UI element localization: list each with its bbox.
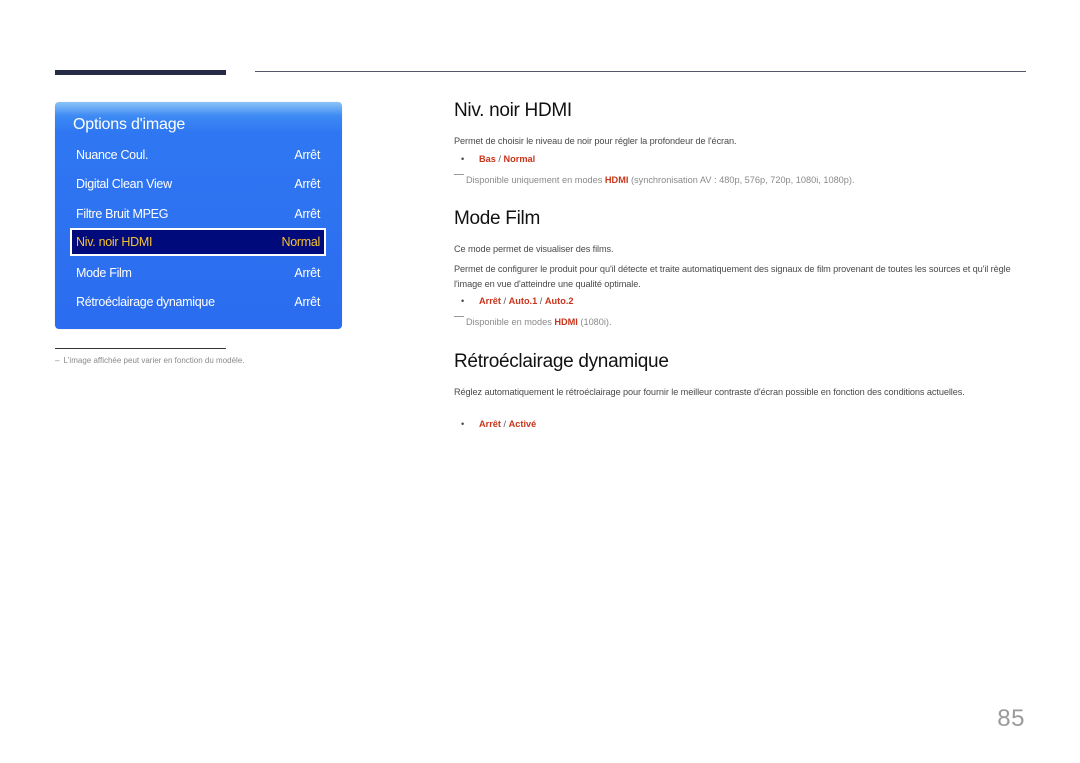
option-value: Arrêt [479, 419, 501, 429]
footnote-dash: – [55, 356, 60, 365]
section-description: Réglez automatiquement le rétroéclairage… [454, 387, 965, 397]
menu-item-filtre-bruit-mpeg[interactable]: Filtre Bruit MPEG Arrêt [71, 201, 325, 227]
note-text: Disponible uniquement en modes [466, 175, 605, 185]
option-separator: / [495, 154, 504, 164]
menu-item-digital-clean-view[interactable]: Digital Clean View Arrêt [71, 171, 325, 197]
option-separator: / [500, 296, 509, 306]
note-text: (1080i). [577, 317, 612, 327]
header-bar-accent [55, 70, 226, 75]
menu-item-nuance-coul[interactable]: Nuance Coul. Arrêt [71, 142, 325, 168]
menu-item-value: Arrêt [294, 177, 320, 191]
menu-item-label: Filtre Bruit MPEG [76, 207, 169, 221]
menu-item-label: Rétroéclairage dynamique [76, 295, 215, 309]
menu-item-value: Arrêt [294, 207, 320, 221]
section-title-dynamic-backlight: Rétroéclairage dynamique [454, 351, 669, 372]
option-value: Bas [479, 154, 496, 164]
option-value: Auto.2 [544, 296, 574, 306]
options-list: • Arrêt / Activé [461, 419, 536, 429]
image-disclaimer: – L'image affichée peut varier en fonctio… [55, 356, 245, 365]
menu-item-label: Digital Clean View [76, 177, 172, 191]
footnote-rule [55, 348, 226, 349]
menu-item-value: Arrêt [294, 266, 320, 280]
option-value: Normal [503, 154, 536, 164]
option-value: Activé [508, 419, 537, 429]
menu-item-mode-film[interactable]: Mode Film Arrêt [71, 260, 325, 286]
menu-item-value: Arrêt [294, 295, 320, 309]
options-list: • Arrêt / Auto.1 / Auto.2 [461, 296, 574, 306]
availability-note: Disponible uniquement en modes HDMI (syn… [454, 174, 855, 185]
bullet-icon: • [461, 154, 465, 164]
section-title-film-mode: Mode Film [454, 208, 540, 229]
menu-item-label: Nuance Coul. [76, 148, 149, 162]
availability-note: Disponible en modes HDMI (1080i). [454, 316, 612, 327]
note-text: Disponible en modes [466, 317, 555, 327]
note-highlight: HDMI [554, 317, 578, 327]
section-title-hdmi-black-level: Niv. noir HDMI [454, 100, 572, 121]
option-separator: / [500, 419, 509, 429]
option-value: Arrêt [479, 296, 501, 306]
page-number: 85 [997, 705, 1025, 732]
section-description: Permet de configurer le produit pour qu'… [454, 264, 1011, 289]
option-value: Auto.1 [508, 296, 538, 306]
note-text: (synchronisation AV : 480p, 576p, 720p, … [628, 175, 855, 185]
header-rule [255, 71, 1026, 72]
options-list: • Bas / Normal [461, 154, 535, 164]
menu-item-retroeclairage-dynamique[interactable]: Rétroéclairage dynamique Arrêt [71, 289, 325, 315]
note-highlight: HDMI [604, 175, 629, 185]
bullet-icon: • [461, 419, 465, 429]
section-description: Permet de choisir le niveau de noir pour… [454, 136, 737, 146]
menu-item-niv-noir-hdmi[interactable]: Niv. noir HDMI Normal [70, 228, 326, 256]
footnote-text: L'image affichée peut varier en fonction… [63, 356, 245, 365]
menu-item-value: Normal [281, 235, 321, 249]
option-separator: / [537, 296, 545, 306]
bullet-icon: • [461, 296, 465, 306]
note-icon [454, 316, 464, 317]
menu-item-label: Mode Film [76, 266, 132, 280]
section-description: Ce mode permet de visualiser des films. [454, 244, 614, 254]
note-icon [454, 174, 464, 175]
picture-options-menu: Options d'image Nuance Coul. Arrêt Digit… [55, 102, 342, 329]
menu-item-value: Arrêt [294, 148, 320, 162]
menu-title: Options d'image [73, 116, 186, 133]
menu-item-label: Niv. noir HDMI [76, 235, 153, 249]
